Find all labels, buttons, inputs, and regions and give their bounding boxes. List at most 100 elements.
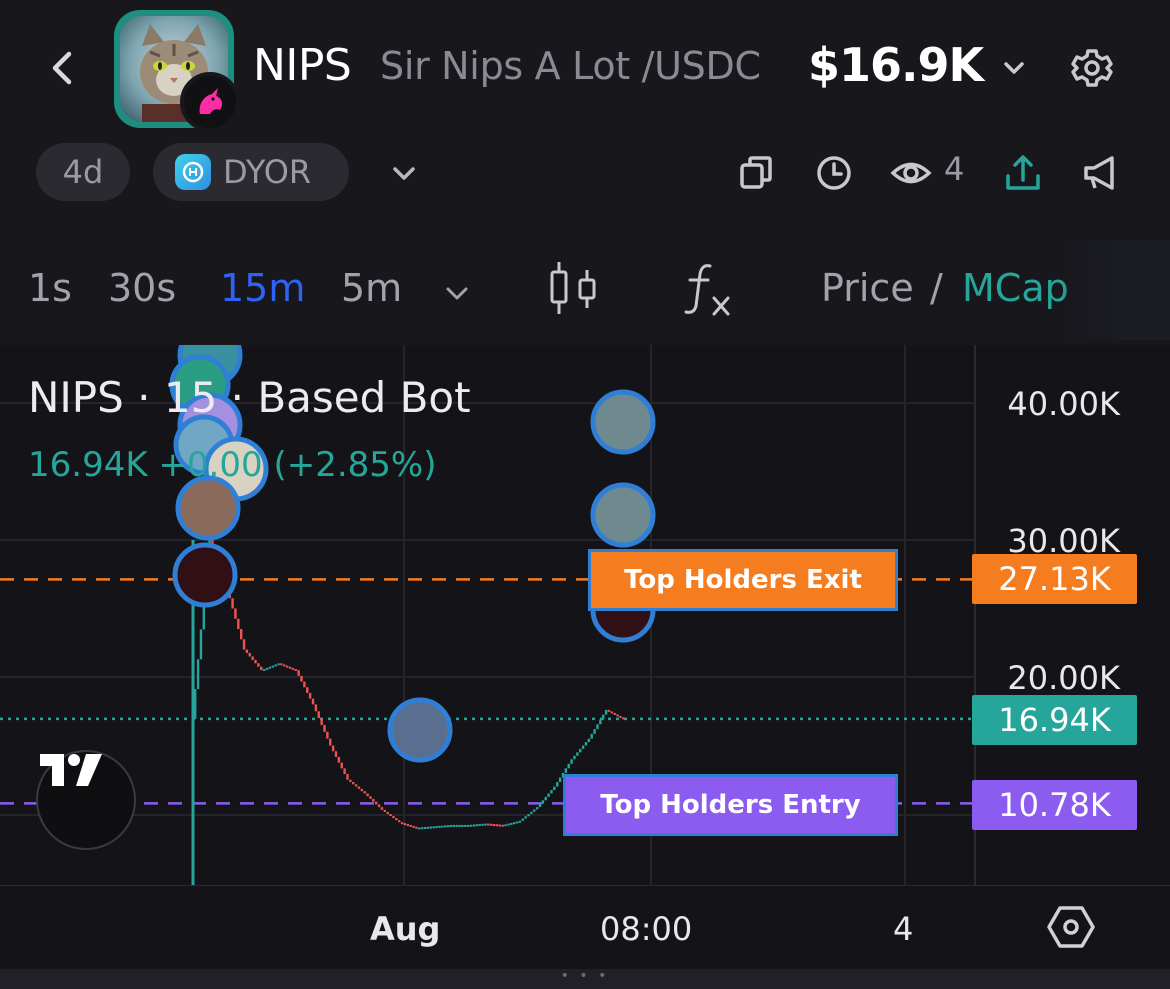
timeframe-5m[interactable]: 5m bbox=[341, 266, 402, 310]
settings-gear-icon[interactable] bbox=[1066, 42, 1118, 94]
chevron-down-icon[interactable] bbox=[996, 50, 1032, 86]
candle bbox=[323, 724, 326, 732]
candle bbox=[194, 689, 197, 719]
exit-price-tag: 27.13K bbox=[972, 554, 1137, 604]
trader-avatar bbox=[590, 482, 656, 548]
candle bbox=[538, 803, 542, 808]
candle bbox=[311, 698, 315, 705]
candlestick-icon[interactable] bbox=[545, 258, 601, 318]
back-button[interactable] bbox=[40, 44, 84, 92]
candle bbox=[196, 659, 200, 690]
toolbar-fade bbox=[1060, 240, 1170, 340]
price-lines bbox=[0, 578, 972, 805]
header: NIPS Sir Nips A Lot /USDC $16.9K bbox=[0, 0, 1170, 140]
price-chart[interactable]: NIPS · 15 · Based Bot 16.94K +0.00 (+2.8… bbox=[0, 345, 1170, 965]
candle bbox=[507, 823, 510, 826]
drag-dots-icon: • • • bbox=[560, 968, 610, 984]
candle bbox=[383, 809, 387, 812]
share-icon[interactable] bbox=[1002, 152, 1044, 194]
candle bbox=[242, 639, 246, 650]
dyor-shield-icon bbox=[175, 154, 211, 190]
candle bbox=[530, 811, 533, 814]
candle bbox=[369, 796, 372, 799]
candle bbox=[308, 692, 312, 699]
mcap-toggle[interactable]: MCap bbox=[962, 266, 1069, 310]
candle bbox=[573, 755, 576, 760]
chevron-down-icon[interactable] bbox=[385, 154, 423, 192]
timeframe-30s[interactable]: 30s bbox=[108, 266, 176, 310]
candle bbox=[297, 670, 300, 676]
candle bbox=[610, 711, 614, 714]
chevron-left-icon bbox=[52, 51, 72, 85]
candle bbox=[366, 793, 369, 797]
candle bbox=[570, 759, 573, 764]
candle bbox=[512, 822, 516, 825]
candle bbox=[268, 666, 272, 669]
chart-settings-hexagon-icon[interactable] bbox=[1046, 902, 1096, 952]
candle bbox=[616, 714, 619, 717]
top-holders-entry-label: Top Holders Entry bbox=[563, 774, 898, 836]
candle bbox=[340, 762, 343, 769]
candle bbox=[363, 791, 366, 794]
indicators-fx-icon[interactable] bbox=[680, 258, 736, 318]
candle bbox=[412, 825, 415, 828]
candle bbox=[377, 804, 381, 808]
candle bbox=[567, 763, 570, 769]
candle bbox=[257, 663, 260, 667]
timeframe-15m[interactable]: 15m bbox=[220, 266, 305, 310]
candle bbox=[409, 824, 412, 827]
timeframe-toolbar: 1s 30s 15m 5m Price / MCap bbox=[0, 240, 1170, 340]
candle bbox=[518, 820, 522, 823]
candle bbox=[489, 823, 493, 826]
eye-icon[interactable] bbox=[890, 152, 932, 194]
candle bbox=[274, 664, 277, 667]
pair-name: Sir Nips A Lot /USDC bbox=[380, 44, 761, 88]
candle bbox=[199, 629, 203, 660]
candle bbox=[239, 629, 243, 640]
candle bbox=[596, 724, 599, 730]
candle bbox=[524, 816, 527, 819]
candle bbox=[331, 745, 335, 752]
copy-icon[interactable] bbox=[736, 152, 778, 194]
watchers-count: 4 bbox=[944, 150, 965, 188]
price-mcap-separator: / bbox=[930, 266, 943, 310]
candle bbox=[478, 824, 481, 827]
price-toggle[interactable]: Price bbox=[821, 266, 914, 310]
dyor-chip[interactable]: DYOR bbox=[153, 143, 349, 201]
candle bbox=[481, 823, 484, 826]
unicorn-icon bbox=[199, 88, 223, 114]
megaphone-icon[interactable] bbox=[1080, 152, 1122, 194]
market-cap-value[interactable]: $16.9K bbox=[808, 38, 984, 92]
candle bbox=[400, 822, 404, 825]
candle bbox=[472, 824, 476, 827]
chevron-down-icon[interactable] bbox=[438, 274, 476, 312]
candle bbox=[280, 663, 283, 666]
trader-avatar bbox=[172, 542, 238, 608]
candle bbox=[544, 796, 547, 801]
candle bbox=[237, 618, 240, 630]
drag-handle[interactable]: • • • bbox=[0, 969, 1170, 989]
trader-avatar bbox=[590, 389, 656, 455]
candle bbox=[380, 807, 384, 810]
candle bbox=[466, 824, 470, 827]
tradingview-logo[interactable] bbox=[36, 750, 136, 850]
candle bbox=[426, 826, 430, 829]
candle bbox=[271, 665, 274, 668]
candle bbox=[541, 800, 545, 804]
candle bbox=[510, 822, 513, 825]
candle bbox=[515, 821, 519, 824]
candle bbox=[320, 718, 323, 725]
candle bbox=[584, 742, 588, 746]
trader-avatar bbox=[387, 697, 453, 763]
candle bbox=[291, 667, 295, 670]
candle bbox=[604, 709, 608, 715]
pair-age-chip[interactable]: 4d bbox=[36, 143, 130, 201]
candle bbox=[360, 788, 364, 792]
candle bbox=[418, 827, 421, 830]
candle bbox=[343, 768, 346, 775]
trader-avatar bbox=[175, 475, 241, 541]
clock-icon[interactable] bbox=[813, 152, 855, 194]
timeframe-1s[interactable]: 1s bbox=[28, 266, 72, 310]
candle bbox=[581, 745, 585, 749]
candle bbox=[288, 666, 292, 669]
